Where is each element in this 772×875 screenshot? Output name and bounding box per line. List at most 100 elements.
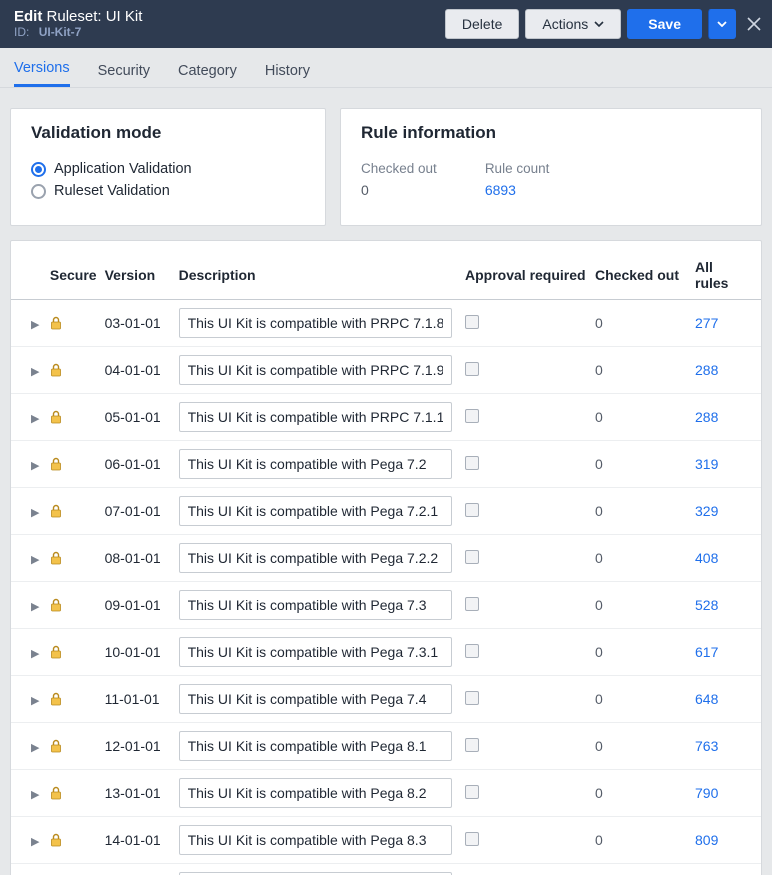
chevron-right-icon[interactable]: ▶	[31, 319, 39, 331]
validation-option-label: Ruleset Validation	[54, 183, 170, 199]
validation-option[interactable]: Application Validation	[31, 161, 305, 177]
lock-icon	[50, 457, 97, 471]
chevron-right-icon[interactable]: ▶	[31, 460, 39, 472]
table-row: ▶12-01-010763	[11, 723, 761, 770]
actions-dropdown-button[interactable]: Actions	[525, 9, 621, 39]
version-cell: 09-01-01	[101, 582, 175, 629]
checked-out-cell: 0	[591, 676, 691, 723]
versions-table: Secure Version Description Approval requ…	[11, 251, 761, 875]
version-cell: 14-01-01	[101, 817, 175, 864]
table-row: ▼15-01-010812	[11, 864, 761, 875]
description-input[interactable]	[179, 731, 452, 761]
chevron-right-icon[interactable]: ▶	[31, 366, 39, 378]
edit-label: Edit	[14, 8, 42, 25]
tab-history[interactable]: History	[265, 53, 310, 87]
description-input[interactable]	[179, 684, 452, 714]
lock-icon	[50, 833, 97, 847]
chevron-right-icon[interactable]: ▶	[31, 648, 39, 660]
chevron-right-icon[interactable]: ▶	[31, 507, 39, 519]
checked-out-cell: 0	[591, 817, 691, 864]
lock-icon	[50, 410, 97, 424]
version-cell: 05-01-01	[101, 394, 175, 441]
approval-checkbox[interactable]	[465, 550, 479, 564]
all-rules-link[interactable]: 329	[695, 503, 718, 519]
versions-table-card: Secure Version Description Approval requ…	[10, 240, 762, 875]
save-dropdown-button[interactable]	[708, 9, 736, 39]
approval-checkbox[interactable]	[465, 315, 479, 329]
description-input[interactable]	[179, 637, 452, 667]
version-cell: 12-01-01	[101, 723, 175, 770]
description-input[interactable]	[179, 355, 452, 385]
table-row: ▶ 10-01-01 0617	[11, 629, 761, 676]
description-input[interactable]	[179, 825, 452, 855]
checked-out-label: Checked out	[361, 161, 437, 176]
table-row: ▶06-01-010319	[11, 441, 761, 488]
chevron-right-icon[interactable]: ▶	[31, 789, 39, 801]
rule-count-link[interactable]: 6893	[485, 182, 550, 198]
all-rules-link[interactable]: 408	[695, 550, 718, 566]
approval-checkbox[interactable]	[465, 785, 479, 799]
validation-option[interactable]: Ruleset Validation	[31, 183, 305, 199]
checked-out-cell: 0	[591, 629, 691, 676]
description-input[interactable]	[179, 496, 452, 526]
approval-checkbox[interactable]	[465, 503, 479, 517]
description-input[interactable]	[179, 778, 452, 808]
checked-out-cell: 0	[591, 441, 691, 488]
ruleset-header: Edit Ruleset: UI Kit ID: UI-Kit-7 Delete…	[0, 0, 772, 48]
all-rules-link[interactable]: 809	[695, 832, 718, 848]
checked-out-cell: 0	[591, 300, 691, 347]
all-rules-link[interactable]: 617	[695, 644, 718, 660]
version-cell: 13-01-01	[101, 770, 175, 817]
lock-icon	[50, 692, 97, 706]
save-button[interactable]: Save	[627, 9, 702, 39]
rule-information-card: Rule information Checked out 0 Rule coun…	[340, 108, 762, 226]
approval-checkbox[interactable]	[465, 832, 479, 846]
delete-button[interactable]: Delete	[445, 9, 519, 39]
tab-versions[interactable]: Versions	[14, 50, 70, 87]
close-button[interactable]	[746, 16, 762, 32]
checked-out-cell: 0	[591, 770, 691, 817]
description-input[interactable]	[179, 590, 452, 620]
checked-out-cell: 0	[591, 394, 691, 441]
chevron-right-icon[interactable]: ▶	[31, 554, 39, 566]
table-row: ▶07-01-010329	[11, 488, 761, 535]
chevron-right-icon[interactable]: ▶	[31, 695, 39, 707]
chevron-right-icon[interactable]: ▶	[31, 836, 39, 848]
chevron-right-icon[interactable]: ▶	[31, 742, 39, 754]
table-row: ▶ 11-01-01 0648	[11, 676, 761, 723]
approval-checkbox[interactable]	[465, 691, 479, 705]
chevron-right-icon[interactable]: ▶	[31, 413, 39, 425]
approval-checkbox[interactable]	[465, 456, 479, 470]
version-cell: 11-01-01	[101, 676, 175, 723]
approval-checkbox[interactable]	[465, 644, 479, 658]
lock-icon	[50, 645, 97, 659]
all-rules-link[interactable]: 648	[695, 691, 718, 707]
version-cell: 10-01-01	[101, 629, 175, 676]
approval-checkbox[interactable]	[465, 597, 479, 611]
secure-header: Secure	[46, 251, 101, 300]
all-rules-link[interactable]: 763	[695, 738, 718, 754]
tab-category[interactable]: Category	[178, 53, 237, 87]
all-rules-link[interactable]: 288	[695, 409, 718, 425]
all-rules-link[interactable]: 319	[695, 456, 718, 472]
description-input[interactable]	[179, 402, 452, 432]
approval-checkbox[interactable]	[465, 738, 479, 752]
chevron-right-icon[interactable]: ▶	[31, 601, 39, 613]
entity-name: UI Kit	[106, 8, 143, 25]
all-rules-link[interactable]: 528	[695, 597, 718, 613]
validation-mode-title: Validation mode	[31, 123, 305, 143]
tab-security[interactable]: Security	[98, 53, 150, 87]
description-input[interactable]	[179, 449, 452, 479]
description-input[interactable]	[179, 308, 452, 338]
approval-checkbox[interactable]	[465, 409, 479, 423]
entity-id: ID: UI-Kit-7	[14, 26, 439, 40]
approval-checkbox[interactable]	[465, 362, 479, 376]
all-rules-link[interactable]: 790	[695, 785, 718, 801]
close-icon	[746, 16, 762, 32]
checked-out-header: Checked out	[591, 251, 691, 300]
all-rules-link[interactable]: 277	[695, 315, 718, 331]
all-rules-link[interactable]: 288	[695, 362, 718, 378]
version-cell: 04-01-01	[101, 347, 175, 394]
table-row: ▶ 05-01-01 0288	[11, 394, 761, 441]
description-input[interactable]	[179, 543, 452, 573]
